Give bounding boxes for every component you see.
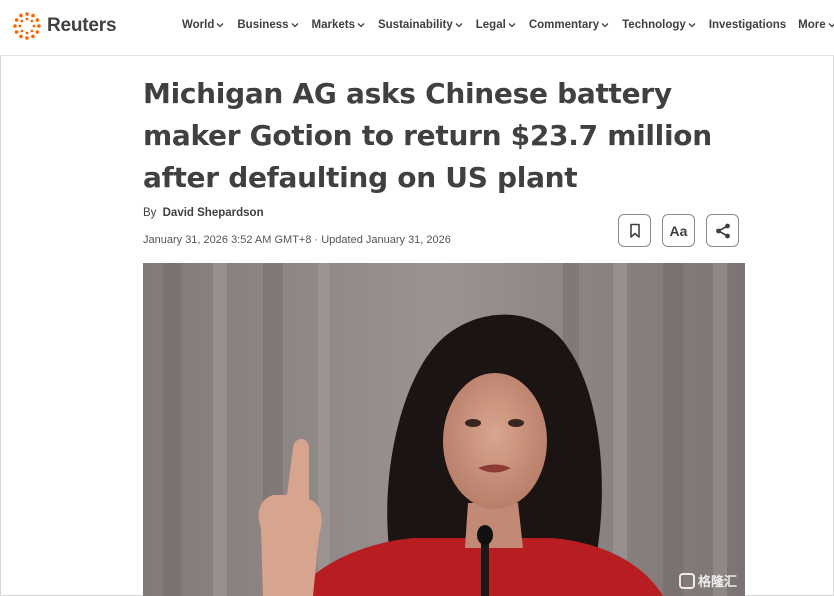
chevron-down-icon	[828, 23, 834, 28]
byline: By David Shepardson	[143, 207, 264, 219]
author-link[interactable]: David Shepardson	[163, 207, 264, 219]
nav-item-label: World	[182, 19, 215, 31]
publish-dateline: January 31, 2026 3:52 AM GMT+8 · Updated…	[143, 234, 451, 246]
reuters-logo-icon	[13, 12, 41, 40]
chevron-down-icon	[688, 23, 696, 28]
nav-item-sustainability[interactable]: Sustainability	[378, 19, 463, 31]
nav-item-business[interactable]: Business	[237, 19, 298, 31]
nav-item-legal[interactable]: Legal	[476, 19, 516, 31]
nav-item-more[interactable]: More	[798, 19, 834, 31]
top-navigation-bar: Reuters World Business Markets Sustainab…	[0, 0, 834, 56]
bookmark-icon	[629, 223, 640, 238]
nav-item-label: Sustainability	[377, 19, 453, 31]
article-headline: Michigan AG asks Chinese battery maker G…	[143, 77, 712, 194]
nav-item-label: Legal	[475, 19, 506, 31]
text-size-label: Aa	[669, 222, 688, 239]
nav-item-label: Business	[237, 19, 289, 31]
watermark-logo-icon	[678, 572, 695, 589]
chevron-down-icon	[357, 23, 365, 28]
nav-item-technology[interactable]: Technology	[622, 19, 696, 31]
reuters-logo[interactable]: Reuters	[12, 11, 117, 41]
nav-item-commentary[interactable]: Commentary	[529, 19, 609, 31]
byline-prefix: By	[143, 207, 157, 219]
article-tools: Aa	[618, 214, 739, 247]
watermark: 格隆汇	[678, 571, 737, 590]
nav-item-label: Investigations	[708, 19, 787, 31]
text-size-button[interactable]: Aa	[662, 214, 695, 247]
brand-name: Reuters	[47, 15, 117, 36]
chevron-down-icon	[601, 23, 609, 28]
chevron-down-icon	[216, 23, 224, 28]
watermark-text: 格隆汇	[697, 574, 737, 589]
nav-item-label: Markets	[311, 19, 355, 31]
nav-item-label: Commentary	[528, 19, 600, 31]
nav-item-markets[interactable]: Markets	[312, 19, 365, 31]
nav-item-world[interactable]: World	[182, 19, 224, 31]
share-icon	[715, 223, 730, 238]
chevron-down-icon	[455, 23, 463, 28]
nav-item-investigations[interactable]: Investigations	[709, 19, 786, 31]
article-photo: 格隆汇	[143, 263, 745, 596]
main-nav: World Business Markets Sustainability Le…	[182, 19, 834, 31]
nav-item-label: Technology	[622, 19, 686, 31]
bookmark-button[interactable]	[618, 214, 651, 247]
nav-item-label: More	[798, 19, 826, 31]
photo-illustration	[143, 263, 745, 596]
chevron-down-icon	[291, 23, 298, 28]
chevron-down-icon	[508, 23, 516, 28]
share-button[interactable]	[706, 214, 739, 247]
